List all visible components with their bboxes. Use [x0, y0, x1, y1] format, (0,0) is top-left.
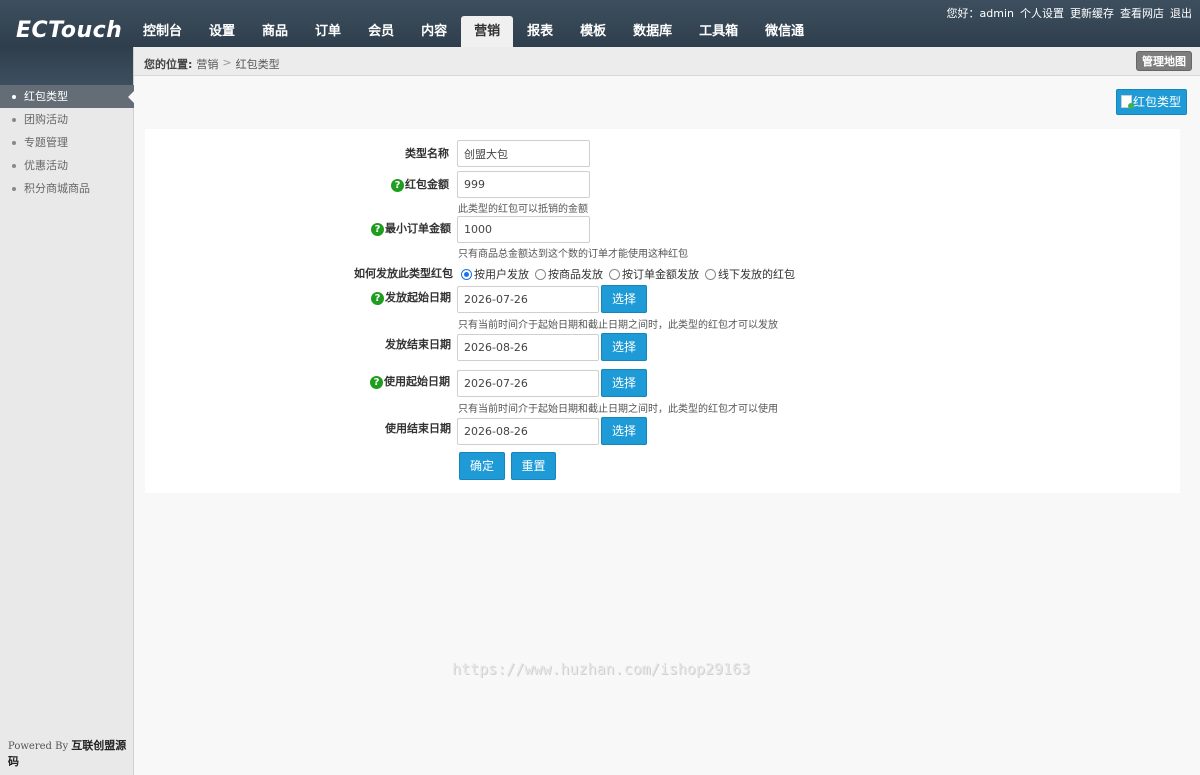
help-icon[interactable]: ?: [391, 179, 404, 192]
nav-item-templates[interactable]: 模板: [567, 16, 619, 47]
sidebar-item-label: 团购活动: [24, 113, 68, 126]
sidebar-item-bonus-type[interactable]: 红包类型: [0, 85, 135, 108]
user-links: 您好：admin 个人设置 更新缓存 查看网店 退出: [947, 5, 1192, 21]
main-nav: 控制台 设置 商品 订单 会员 内容 营销 报表 模板 数据库 工具箱 微信通: [130, 16, 818, 47]
sidebar-item-label: 专题管理: [24, 136, 68, 149]
send-type-by-goods[interactable]: 按商品发放: [535, 266, 603, 282]
help-icon[interactable]: ?: [371, 223, 384, 236]
reset-button[interactable]: 重置: [511, 452, 556, 480]
bullet-icon: [12, 95, 16, 99]
amount-tip: 此类型的红包可以抵销的金额: [458, 204, 588, 215]
radio-label: 线下发放的红包: [718, 268, 795, 281]
nav-item-content[interactable]: 内容: [408, 16, 460, 47]
breadcrumb: 您的位置: 营销 > 红包类型: [144, 56, 280, 72]
use-start-label: 使用起始日期: [384, 375, 450, 388]
nav-item-database[interactable]: 数据库: [620, 16, 685, 47]
type-name-label: 类型名称: [405, 147, 449, 160]
use-end-label: 使用结束日期: [385, 422, 451, 435]
nav-item-reports[interactable]: 报表: [514, 16, 566, 47]
send-type-radio-group: 按用户发放 按商品发放 按订单金额发放 线下发放的红包: [461, 266, 795, 282]
min-amount-tip: 只有商品总金额达到这个数的订单才能使用这种红包: [458, 249, 688, 260]
use-start-date-input[interactable]: [457, 370, 599, 397]
view-site-link[interactable]: 查看网店: [1120, 5, 1164, 21]
send-type-by-user[interactable]: 按用户发放: [461, 266, 529, 282]
use-end-date-input[interactable]: [457, 418, 599, 445]
send-end-pick-button[interactable]: 选择: [601, 333, 647, 361]
sidebar: 红包类型 团购活动 专题管理 优惠活动 积分商城商品 Powered By 互联…: [0, 47, 135, 775]
sidebar-item-label: 优惠活动: [24, 159, 68, 172]
radio-icon[interactable]: [609, 268, 620, 280]
nav-item-settings[interactable]: 设置: [196, 16, 248, 47]
help-icon[interactable]: ?: [370, 376, 383, 389]
nav-item-orders[interactable]: 订单: [302, 16, 354, 47]
radio-label: 按商品发放: [548, 268, 603, 281]
send-date-tip: 只有当前时间介于起始日期和截止日期之间时，此类型的红包才可以发放: [458, 320, 778, 331]
bullet-icon: [12, 118, 16, 122]
nav-item-members[interactable]: 会员: [355, 16, 407, 47]
min-amount-label-row: ? 最小订单金额: [371, 220, 451, 236]
submit-button[interactable]: 确定: [459, 452, 505, 480]
breadcrumb-section[interactable]: 营销: [196, 56, 218, 72]
powered-by: Powered By 互联创盟源码: [8, 737, 133, 769]
bonus-type-form: 类型名称 ?红包金额 此类型的红包可以抵销的金额 ?最小订单金额 只有商品总金额…: [145, 129, 1180, 493]
use-start-label-row: ? 使用起始日期: [370, 373, 450, 389]
nav-item-goods[interactable]: 商品: [249, 16, 301, 47]
breadcrumb-separator: >: [222, 56, 232, 69]
use-start-pick-button[interactable]: 选择: [601, 369, 647, 397]
ectouch-logo[interactable]: ECTouch: [16, 18, 122, 43]
send-start-pick-button[interactable]: 选择: [601, 285, 647, 313]
watermark-text: https://www.huzhan.com/ishop29163: [452, 660, 751, 678]
send-type-by-order[interactable]: 按订单金额发放: [609, 266, 699, 282]
sitemap-button[interactable]: 管理地图: [1136, 51, 1192, 71]
help-icon[interactable]: ?: [371, 292, 384, 305]
sidebar-item-group-buy[interactable]: 团购活动: [0, 108, 134, 131]
radio-label: 按用户发放: [474, 268, 529, 281]
top-header: ECTouch 控制台 设置 商品 订单 会员 内容 营销 报表 模板 数据库 …: [0, 0, 1200, 47]
nav-item-marketing[interactable]: 营销: [461, 16, 514, 47]
amount-label-row: ? 红包金额: [391, 176, 449, 192]
sidebar-item-points-mall[interactable]: 积分商城商品: [0, 177, 134, 200]
bullet-icon: [12, 187, 16, 191]
send-start-date-input[interactable]: [457, 286, 599, 313]
radio-icon[interactable]: [705, 268, 716, 280]
breadcrumb-bar: 您的位置: 营销 > 红包类型 管理地图: [134, 47, 1200, 76]
radio-checked-icon[interactable]: [461, 268, 472, 280]
document-add-icon: [1121, 95, 1134, 109]
min-amount-input[interactable]: [457, 216, 590, 243]
type-name-input[interactable]: [457, 140, 590, 167]
bonus-type-list-button[interactable]: 红包类型: [1116, 89, 1187, 115]
breadcrumb-label: 您的位置:: [144, 58, 193, 71]
nav-item-toolbox[interactable]: 工具箱: [686, 16, 751, 47]
nav-item-dashboard[interactable]: 控制台: [130, 16, 195, 47]
sidebar-item-topics[interactable]: 专题管理: [0, 131, 134, 154]
send-type-offline[interactable]: 线下发放的红包: [705, 266, 795, 282]
sidebar-item-label: 红包类型: [24, 90, 68, 103]
breadcrumb-current: 红包类型: [235, 58, 280, 71]
use-date-tip: 只有当前时间介于起始日期和截止日期之间时，此类型的红包才可以使用: [458, 404, 778, 415]
sidebar-menu: 红包类型 团购活动 专题管理 优惠活动 积分商城商品: [0, 85, 135, 200]
sidebar-item-label: 积分商城商品: [24, 182, 90, 195]
min-amount-label: 最小订单金额: [385, 222, 451, 235]
send-start-label-row: ? 发放起始日期: [371, 289, 451, 305]
use-end-pick-button[interactable]: 选择: [601, 417, 647, 445]
amount-label: 红包金额: [405, 178, 449, 191]
radio-icon[interactable]: [535, 268, 546, 280]
bullet-icon: [12, 141, 16, 145]
sidebar-header: [0, 47, 133, 85]
send-start-label: 发放起始日期: [385, 291, 451, 304]
profile-link[interactable]: 个人设置: [1020, 5, 1064, 21]
send-end-date-input[interactable]: [457, 334, 599, 361]
clear-cache-link[interactable]: 更新缓存: [1070, 5, 1114, 21]
send-type-label: 如何发放此类型红包: [354, 267, 453, 280]
radio-label: 按订单金额发放: [622, 268, 699, 281]
greeting-text: 您好：admin: [946, 7, 1014, 20]
bullet-icon: [12, 164, 16, 168]
logout-link[interactable]: 退出: [1170, 5, 1192, 21]
amount-input[interactable]: [457, 171, 590, 198]
nav-item-wechat[interactable]: 微信通: [752, 16, 817, 47]
send-end-label: 发放结束日期: [385, 338, 451, 351]
powered-prefix: Powered By: [8, 741, 69, 752]
action-button-label: 红包类型: [1133, 95, 1182, 109]
sidebar-item-promotions[interactable]: 优惠活动: [0, 154, 134, 177]
